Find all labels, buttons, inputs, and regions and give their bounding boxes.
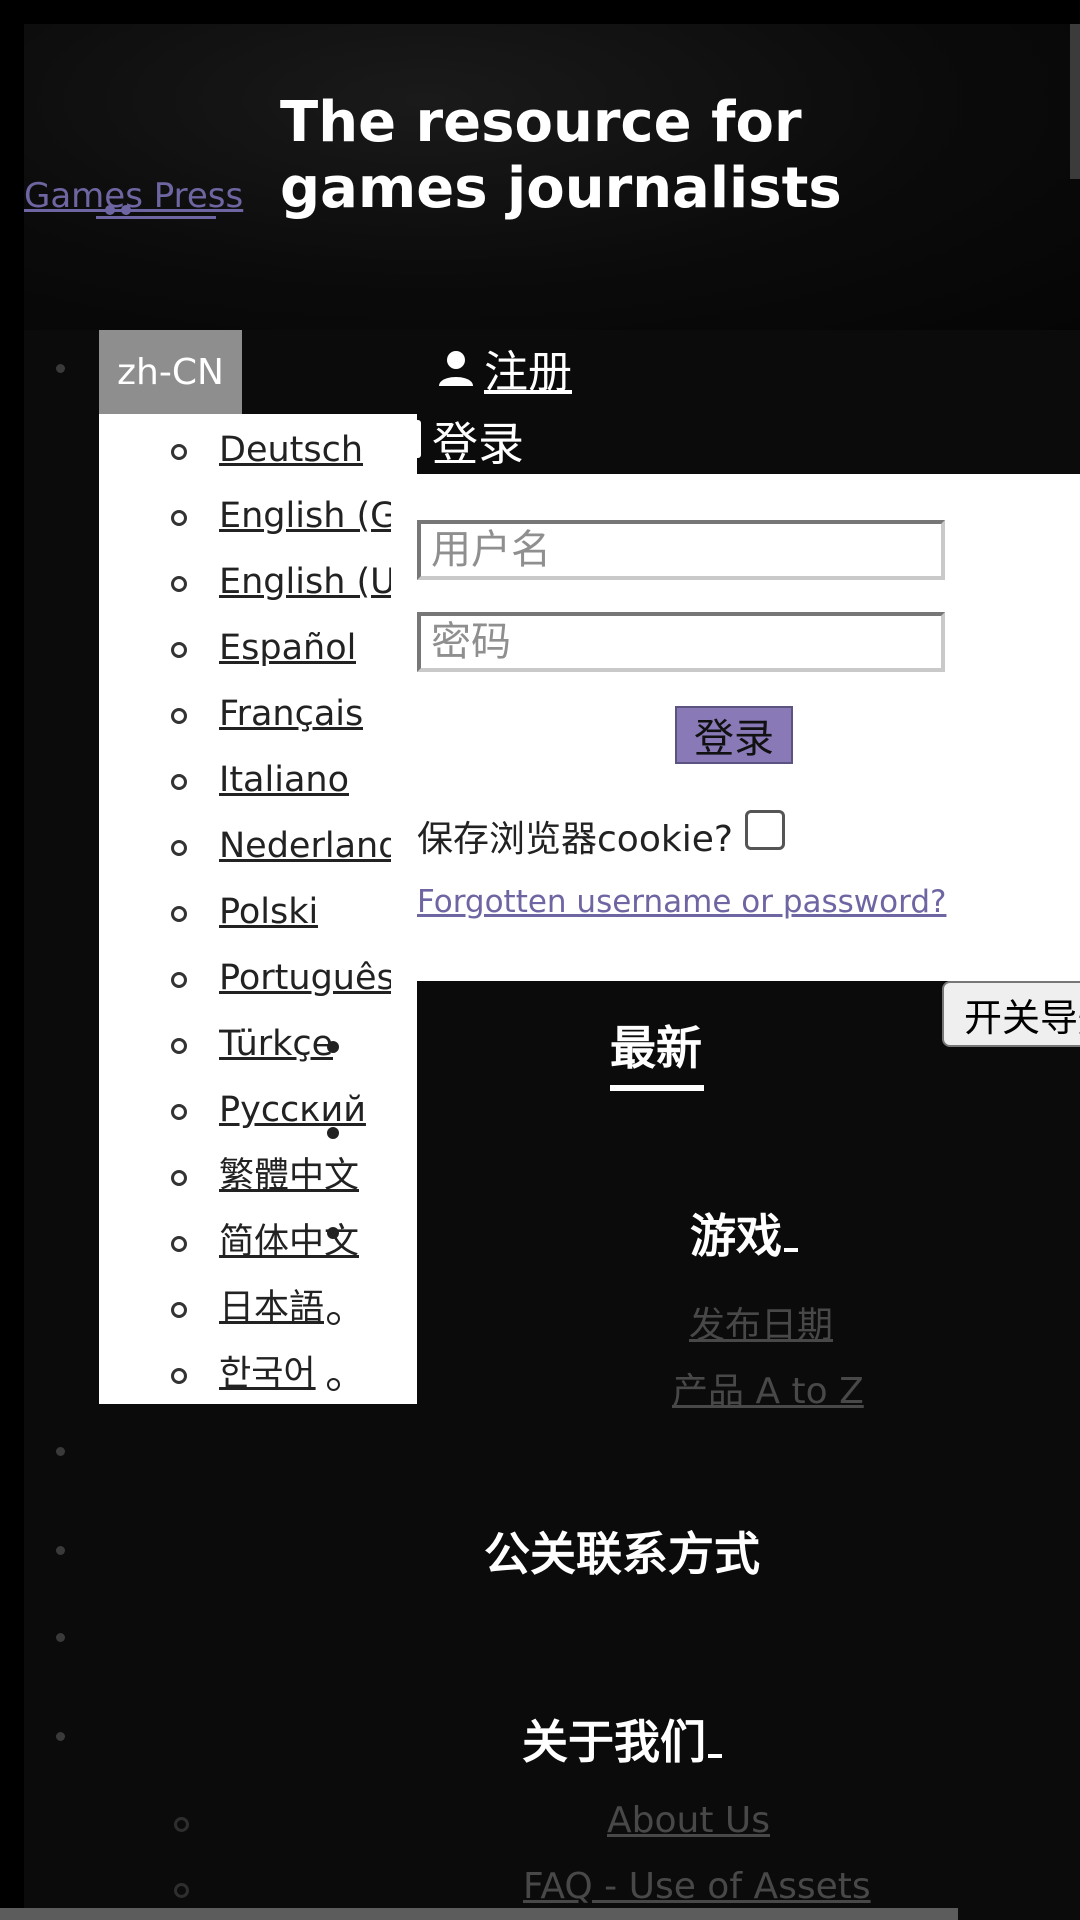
language-option[interactable]: Español	[99, 622, 417, 688]
user-icon	[439, 351, 473, 386]
horizontal-scrollbar[interactable]	[0, 1908, 958, 1920]
overlap-dot	[327, 1227, 339, 1239]
login-submit-button[interactable]: 登录	[675, 706, 793, 764]
bullet-icon	[171, 1038, 187, 1054]
language-option-link[interactable]: Nederlands	[219, 820, 391, 872]
language-option[interactable]: English (GB)	[99, 490, 417, 556]
nav-release-dates[interactable]: 发布日期	[689, 1296, 833, 1348]
language-option-link[interactable]: Español	[219, 622, 356, 674]
overlap-dot	[327, 1041, 339, 1053]
language-option-link[interactable]: Italiano	[219, 754, 349, 806]
language-option-link[interactable]: 简体中文	[219, 1216, 359, 1268]
logo-figure-icon	[96, 205, 216, 219]
language-option[interactable]: 한국어	[99, 1348, 417, 1404]
language-option[interactable]: Türkçe	[99, 1018, 417, 1084]
bullet-icon	[171, 774, 187, 790]
nav-faq-assets[interactable]: FAQ - Use of Assets	[523, 1866, 871, 1907]
remember-cookie-row: 保存浏览器cookie?	[417, 810, 785, 862]
register-link[interactable]: 注册	[436, 336, 572, 400]
language-option[interactable]: Nederlands	[99, 820, 417, 886]
nav-latest[interactable]: 最新	[610, 1012, 702, 1078]
language-option-link[interactable]: 日本語	[219, 1282, 324, 1334]
list-bullet	[56, 364, 65, 373]
overlap-dot	[327, 1127, 339, 1139]
list-bullet	[56, 1732, 65, 1741]
nav-games[interactable]: 游戏	[690, 1200, 798, 1266]
bullet-icon	[171, 1302, 187, 1318]
site-header: Games Press The resource for games journ…	[24, 24, 1080, 330]
language-option-link[interactable]: Polski	[219, 886, 318, 938]
tagline-line-1: The resource for	[280, 90, 802, 155]
bullet-icon	[171, 444, 187, 460]
language-option[interactable]: Português	[99, 952, 417, 1018]
nav-toggle-button[interactable]: 开关导航	[942, 981, 1080, 1047]
overlap-ring	[327, 1312, 340, 1325]
caret-icon	[708, 1754, 722, 1758]
bullet-icon	[171, 1236, 187, 1252]
language-option[interactable]: Русский	[99, 1084, 417, 1150]
overlap-ring	[327, 1378, 340, 1391]
tagline-line-2: games journalists	[280, 156, 842, 221]
language-option-link[interactable]: Deutsch	[219, 424, 363, 476]
language-option-link[interactable]: 한국어	[219, 1348, 316, 1400]
bullet-icon	[171, 1368, 187, 1384]
nav-about[interactable]: 关于我们	[522, 1706, 722, 1772]
register-label[interactable]: 注册	[484, 336, 572, 400]
bullet-icon	[171, 906, 187, 922]
bullet-icon	[174, 1883, 189, 1898]
nav-products-a-to-z[interactable]: 产品 A to Z	[672, 1362, 864, 1414]
bullet-icon	[171, 1170, 187, 1186]
nav-pr-contacts[interactable]: 公关联系方式	[484, 1518, 760, 1584]
bullet-icon	[171, 576, 187, 592]
bullet-icon	[171, 1104, 187, 1120]
language-option[interactable]: 繁體中文	[99, 1150, 417, 1216]
nav-about-us[interactable]: About Us	[607, 1800, 770, 1841]
login-toggle-label: 登录	[432, 417, 524, 471]
forgot-password-link[interactable]: Forgotten username or password?	[417, 884, 946, 920]
language-option-link[interactable]: Français	[219, 688, 363, 740]
bullet-icon	[171, 840, 187, 856]
language-option-link[interactable]: Русский	[219, 1084, 366, 1136]
nav-games-label: 游戏	[690, 1209, 782, 1263]
language-option-link[interactable]: Português	[219, 952, 391, 1004]
remember-cookie-label: 保存浏览器cookie?	[417, 819, 733, 860]
remember-cookie-checkbox[interactable]	[744, 810, 785, 850]
language-selector-button[interactable]: zh-CN	[99, 330, 242, 414]
language-option[interactable]: Deutsch	[99, 424, 417, 490]
vertical-scrollbar[interactable]	[1070, 24, 1080, 179]
nav-about-label: 关于我们	[522, 1715, 706, 1769]
bullet-icon	[171, 972, 187, 988]
language-option[interactable]: Français	[99, 688, 417, 754]
language-option[interactable]: 日本語	[99, 1282, 417, 1348]
list-bullet	[56, 1447, 65, 1456]
language-option[interactable]: Polski	[99, 886, 417, 952]
login-toggle[interactable]: 登录	[400, 408, 524, 474]
bullet-icon	[171, 510, 187, 526]
bullet-icon	[171, 708, 187, 724]
site-tagline: The resource for games journalists	[280, 90, 842, 222]
language-option[interactable]: 简体中文	[99, 1216, 417, 1282]
language-option-link[interactable]: English (US)	[219, 556, 391, 608]
language-option[interactable]: Italiano	[99, 754, 417, 820]
active-tab-underline	[610, 1085, 704, 1091]
login-icon	[412, 420, 421, 458]
bullet-icon	[171, 642, 187, 658]
username-field[interactable]	[417, 520, 945, 580]
language-option-link[interactable]: English (GB)	[219, 490, 391, 542]
password-field[interactable]	[417, 612, 945, 672]
bullet-icon	[174, 1817, 189, 1832]
language-option-link[interactable]: 繁體中文	[219, 1150, 359, 1202]
language-option[interactable]: English (US)	[99, 556, 417, 622]
list-bullet	[56, 1633, 65, 1642]
list-bullet	[56, 1546, 65, 1555]
caret-icon	[784, 1248, 798, 1252]
language-dropdown: Deutsch English (GB) English (US) Españo…	[99, 414, 417, 1404]
login-form: 登录 保存浏览器cookie? Forgotten username or pa…	[417, 474, 1080, 981]
language-option-link[interactable]: Türkçe	[219, 1018, 333, 1070]
